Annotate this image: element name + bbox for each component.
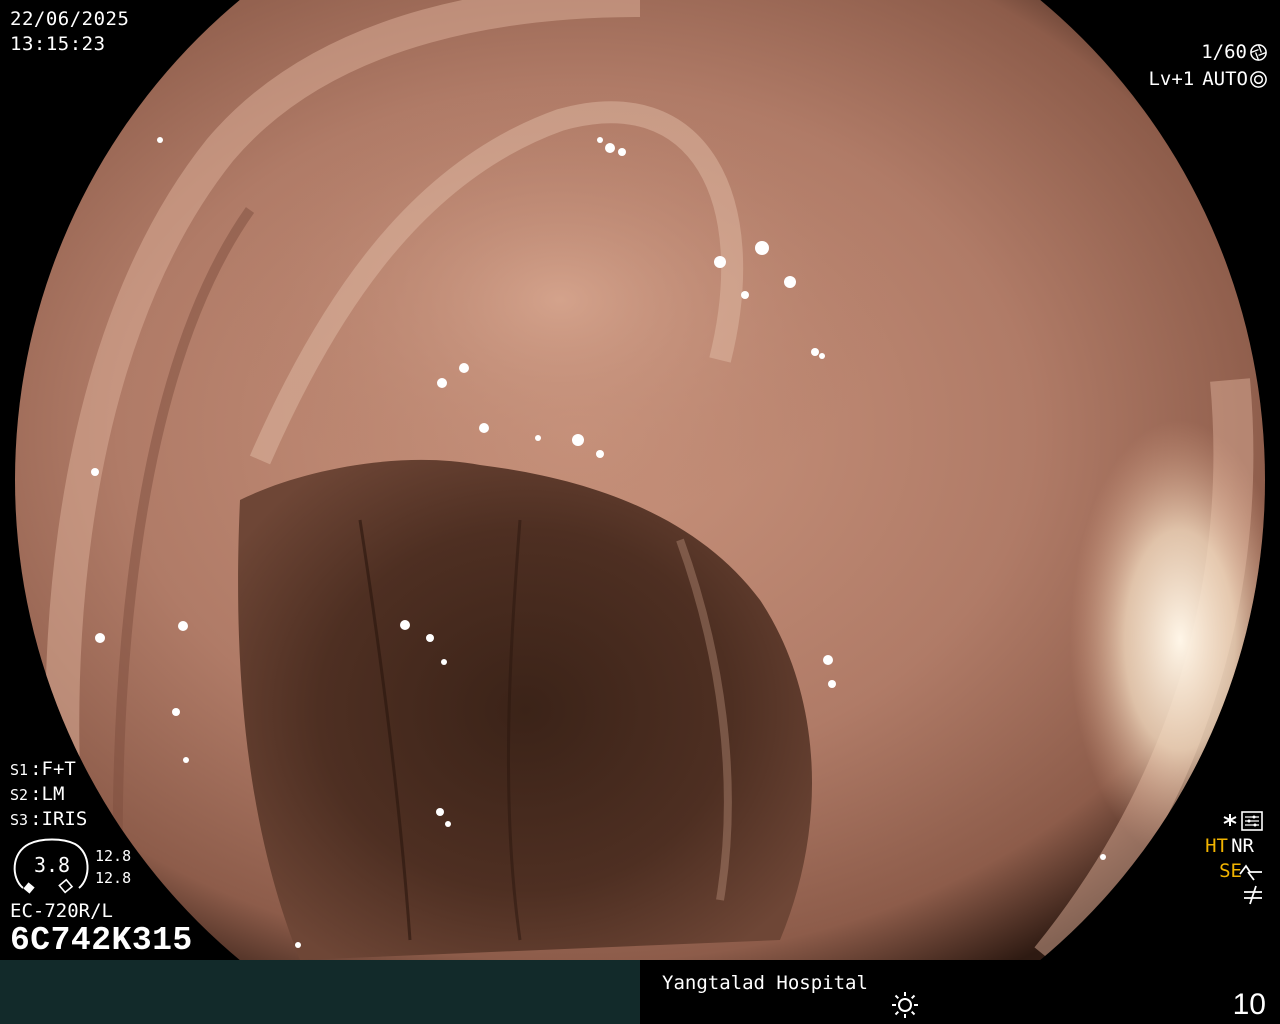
status-right-panel: Yangtalad Hospital 10 bbox=[640, 960, 1280, 1024]
not-equal-icon bbox=[1244, 885, 1262, 905]
iris-icon bbox=[1250, 71, 1267, 88]
time-display: 13:15:23 bbox=[10, 33, 106, 55]
sun-icon bbox=[892, 992, 918, 1018]
status-left-panel bbox=[0, 960, 640, 1024]
aperture-icon bbox=[1250, 44, 1267, 61]
status-bar: Yangtalad Hospital 10 bbox=[0, 960, 1280, 1024]
ht-flag: HT bbox=[1205, 835, 1228, 857]
asterisk-icon bbox=[1223, 814, 1237, 826]
setting-s1: S1: F+T bbox=[10, 758, 76, 780]
endoscopic-image bbox=[0, 0, 1280, 960]
setting-s3: S3: IRIS bbox=[10, 808, 88, 830]
endoscope-circle bbox=[0, 0, 1280, 960]
nr-flag: NR bbox=[1231, 835, 1254, 857]
setting-key: S2 bbox=[10, 786, 29, 804]
hospital-name: Yangtalad Hospital bbox=[662, 972, 868, 994]
enhance-level: Lv+1 bbox=[1148, 68, 1195, 90]
iris-mode: AUTO bbox=[1202, 68, 1248, 90]
scope-serial: 6C742K315 bbox=[10, 922, 193, 959]
date-display: 22/06/2025 bbox=[10, 8, 130, 30]
setting-value: F+T bbox=[41, 758, 76, 780]
length-a: 12.8 bbox=[95, 847, 132, 865]
tube-value: 3.8 bbox=[33, 853, 71, 877]
iris-indicator: Lv+1 AUTO bbox=[1148, 70, 1268, 89]
structure-enhance-icon bbox=[1239, 864, 1262, 881]
setting-key: S3 bbox=[10, 811, 29, 829]
right-icon-panel bbox=[1223, 811, 1263, 905]
length-b: 12.8 bbox=[95, 869, 132, 887]
setting-value: IRIS bbox=[41, 808, 88, 830]
scope-model: EC-720R/L bbox=[10, 900, 113, 922]
setting-value: LM bbox=[41, 783, 65, 805]
se-flag: SE bbox=[1219, 860, 1242, 882]
image-count: 10 bbox=[1232, 988, 1266, 1021]
setting-s2: S2: LM bbox=[10, 783, 65, 805]
shutter-indicator: 1/60 bbox=[1201, 43, 1268, 62]
settings-panel-icon bbox=[1241, 811, 1263, 831]
shutter-value: 1/60 bbox=[1201, 41, 1247, 63]
setting-key: S1 bbox=[10, 761, 29, 779]
